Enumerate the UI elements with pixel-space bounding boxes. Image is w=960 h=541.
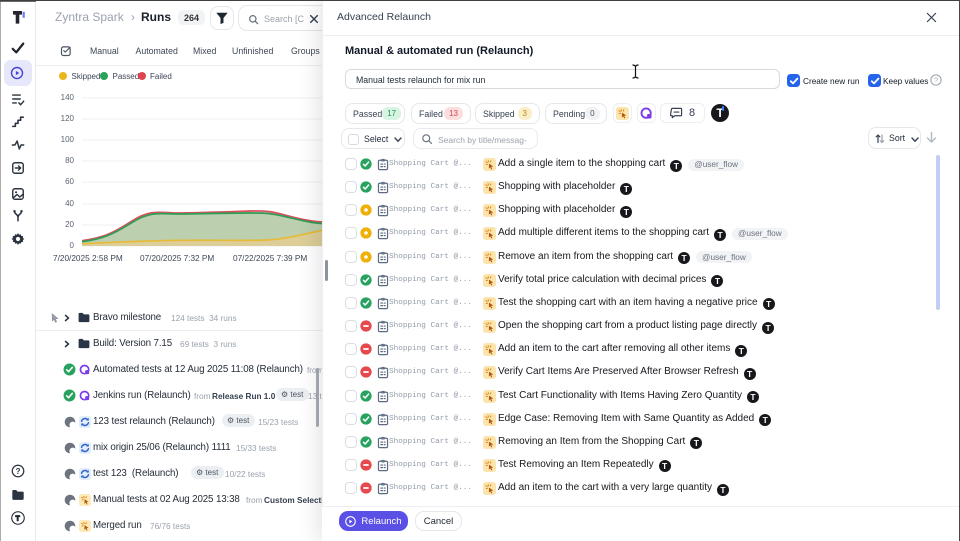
svg-text:?: ? [16,467,21,476]
svg-text:?: ? [934,76,938,85]
